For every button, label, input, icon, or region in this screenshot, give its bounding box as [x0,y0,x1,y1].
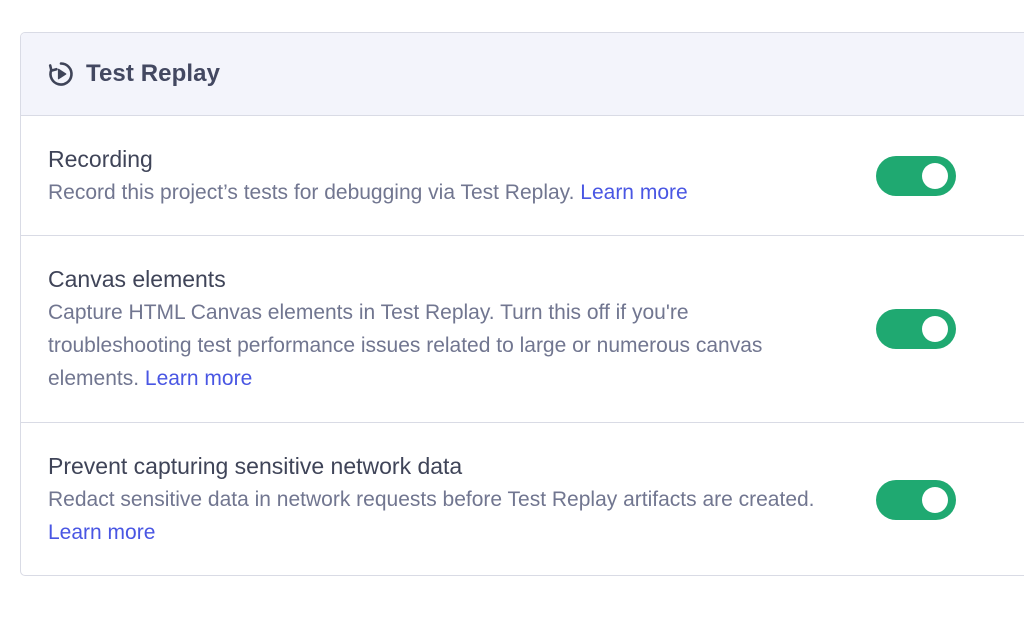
learn-more-link[interactable]: Learn more [580,181,687,204]
learn-more-link[interactable]: Learn more [145,367,252,390]
setting-row-sensitive-network-data: Prevent capturing sensitive network data… [21,423,1024,575]
test-replay-panel: Test Replay Recording Record this projec… [20,32,1024,576]
toggle-knob [922,163,948,189]
setting-title: Prevent capturing sensitive network data [48,453,463,479]
canvas-elements-toggle[interactable] [876,309,956,349]
learn-more-link[interactable]: Learn more [48,521,155,544]
setting-title: Recording [48,146,153,172]
setting-row-recording: Recording Record this project’s tests fo… [21,116,1024,236]
toggle-knob [922,487,948,513]
setting-description: Redact sensitive data in network request… [48,488,815,544]
recording-toggle[interactable] [876,156,956,196]
panel-title: Test Replay [86,60,221,87]
panel-header: Test Replay [21,33,1024,116]
test-replay-icon [48,61,74,87]
toggle-knob [922,316,948,342]
setting-description: Capture HTML Canvas elements in Test Rep… [48,301,763,390]
setting-row-canvas-elements: Canvas elements Capture HTML Canvas elem… [21,236,1024,423]
sensitive-network-data-toggle[interactable] [876,480,956,520]
setting-description: Record this project’s tests for debuggin… [48,181,688,204]
setting-title: Canvas elements [48,266,226,292]
